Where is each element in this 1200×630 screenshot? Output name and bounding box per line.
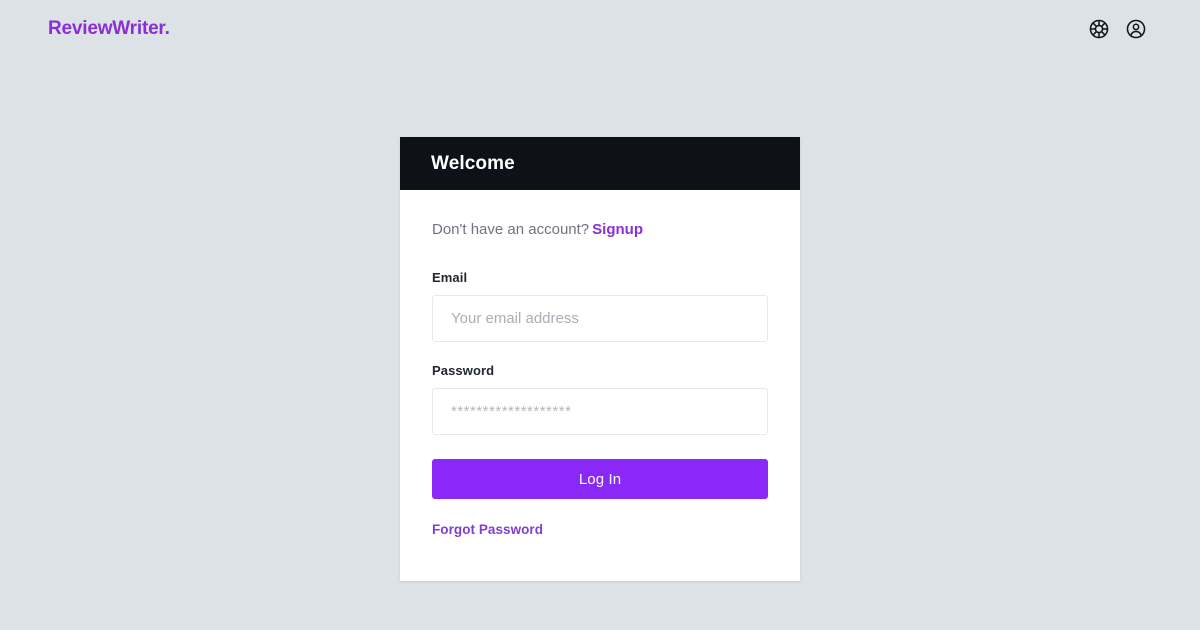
email-label: Email (432, 270, 468, 285)
email-input[interactable] (432, 295, 768, 342)
top-bar: ReviewWriter. (0, 0, 1200, 57)
signup-prompt-text: Don't have an account? (432, 221, 590, 238)
signup-prompt-row: Don't have an account? Signup (432, 221, 768, 239)
signup-link[interactable]: Signup (592, 221, 643, 238)
user-circle-icon[interactable] (1124, 17, 1148, 41)
lifebuoy-icon[interactable] (1087, 17, 1111, 41)
password-input[interactable] (432, 388, 768, 435)
login-card: Welcome Don't have an account? Signup Ema… (400, 137, 800, 581)
login-button[interactable]: Log In (432, 459, 768, 499)
password-field-group: Password (432, 363, 768, 435)
login-card-body: Don't have an account?Signup Email Passw… (400, 190, 800, 581)
email-field-group: Email (432, 270, 768, 342)
password-label: Password (432, 363, 495, 378)
topbar-actions (1087, 17, 1148, 41)
forgot-password-link[interactable]: Forgot Password (432, 522, 543, 537)
welcome-title: Welcome (431, 152, 515, 174)
brand-logo[interactable]: ReviewWriter. (48, 18, 170, 40)
login-card-header: Welcome (400, 137, 800, 190)
